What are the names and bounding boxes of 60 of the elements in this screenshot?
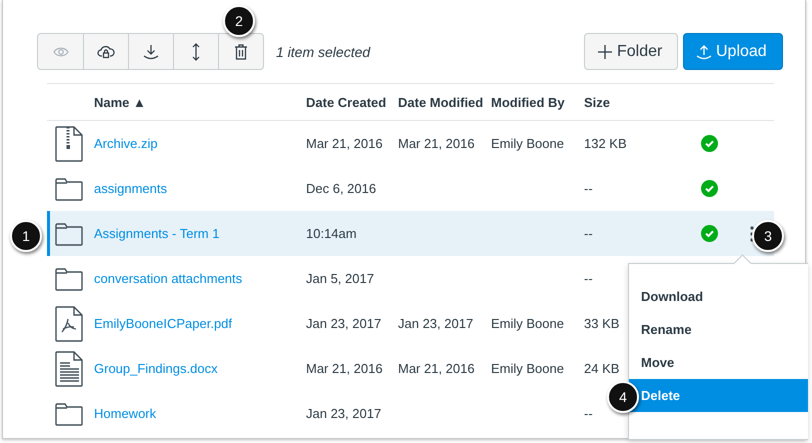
upload-button[interactable]: Upload — [683, 33, 783, 70]
table-cell: Jan 23, 2017 — [306, 316, 382, 331]
cloud-lock-icon — [97, 44, 115, 60]
document-icon — [55, 350, 83, 386]
column-header: Date Modified — [398, 94, 484, 110]
selection-count: 1 item selected — [276, 44, 370, 60]
table-cell: -- — [584, 271, 593, 286]
table-cell: 33 KB — [584, 316, 620, 331]
table-cell: Emily Boone — [491, 316, 564, 331]
folder-icon — [55, 266, 83, 290]
published-check-icon[interactable] — [700, 180, 718, 197]
table-cell: Mar 21, 2016 — [398, 136, 475, 151]
table-cell: Jan 5, 2017 — [306, 271, 374, 286]
folder-icon — [55, 402, 83, 426]
table-cell: 132 KB — [584, 136, 627, 151]
pdf-file-icon — [55, 306, 83, 342]
table-cell: -- — [584, 226, 593, 241]
menu-item[interactable]: Rename — [629, 313, 808, 346]
table-cell: Mar 21, 2016 — [306, 361, 383, 376]
callout-badge: 1 — [10, 220, 42, 252]
table-cell: Dec 6, 2016 — [306, 181, 376, 196]
callout-badge: 3 — [752, 220, 784, 252]
column-header[interactable]: Name ▲ — [94, 94, 306, 110]
column-header: Date Created — [306, 94, 388, 110]
file-link[interactable]: assignments — [94, 181, 167, 196]
download-icon — [143, 44, 159, 60]
file-link[interactable]: Archive.zip — [94, 136, 158, 151]
zip-file-icon — [55, 126, 83, 162]
table-cell: 10:14am — [306, 226, 357, 241]
callout-badge: 2 — [223, 5, 255, 37]
eye-icon — [52, 46, 68, 58]
file-link[interactable]: conversation attachments — [94, 271, 242, 286]
column-header: Size — [584, 94, 612, 110]
table-cell: -- — [584, 181, 593, 196]
table-cell: Emily Boone — [491, 361, 564, 376]
file-link[interactable]: EmilyBooneICPaper.pdf — [94, 316, 232, 331]
column-header: Modified By — [491, 94, 566, 110]
table-cell: Mar 21, 2016 — [398, 361, 475, 376]
table-cell: Jan 23, 2017 — [398, 316, 474, 331]
table-cell: Mar 21, 2016 — [306, 136, 383, 151]
table-cell: 24 KB — [584, 361, 620, 376]
add-folder-button[interactable]: Folder — [584, 33, 678, 70]
menu-item[interactable]: Move — [629, 346, 808, 379]
table-cell: Jan 23, 2017 — [306, 406, 382, 421]
table-cell: Emily Boone — [491, 136, 564, 151]
published-check-icon[interactable] — [700, 225, 718, 242]
file-link[interactable]: Assignments - Term 1 — [94, 226, 220, 241]
folder-icon — [55, 176, 83, 200]
file-link[interactable]: Homework — [94, 406, 156, 421]
callout-badge: 4 — [607, 381, 639, 413]
menu-item[interactable]: Delete — [629, 379, 808, 412]
table-cell: -- — [584, 406, 593, 421]
file-link[interactable]: Group_Findings.docx — [94, 361, 218, 376]
trash-icon — [234, 44, 248, 60]
up-down-arrow-icon — [191, 42, 201, 60]
folder-icon — [55, 222, 83, 246]
plus-icon — [597, 44, 613, 60]
menu-item[interactable]: Download — [629, 280, 808, 313]
published-check-icon[interactable] — [700, 135, 718, 152]
upload-icon — [696, 44, 712, 60]
